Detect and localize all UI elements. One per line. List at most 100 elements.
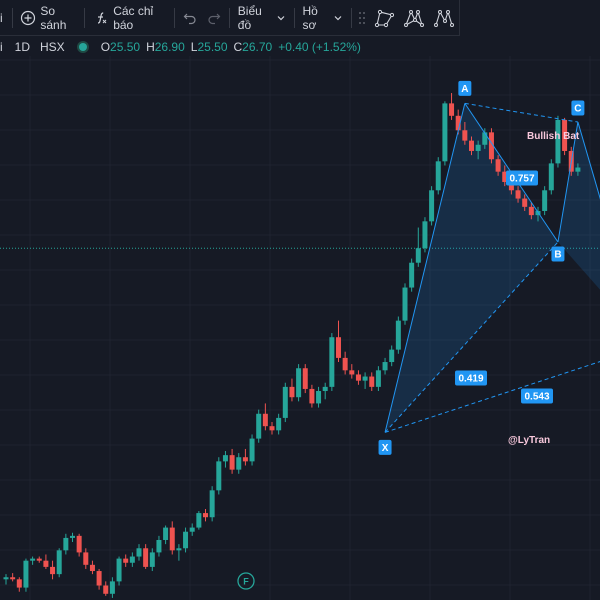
candle-body: [362, 376, 368, 381]
ratio-label-text: 0.543: [524, 392, 549, 403]
vertex-shape-icon: [374, 8, 395, 28]
candle-body: [322, 386, 328, 392]
candle-body: [16, 579, 22, 588]
drag-handle[interactable]: [355, 4, 369, 32]
interval-label[interactable]: 1D: [15, 40, 30, 54]
candle-body: [495, 159, 501, 172]
candle-body: [76, 535, 82, 553]
event-flag-icon[interactable]: F: [237, 572, 255, 590]
candle-body: [10, 577, 16, 580]
price-change: +0.40 (+1.52%): [278, 40, 361, 54]
point-label-x-text: X: [382, 443, 389, 454]
candle-body: [515, 190, 521, 199]
point-label-b[interactable]: B: [551, 246, 565, 262]
ohlc-low: L25.50: [190, 40, 228, 54]
candle-body: [355, 374, 361, 381]
ratio-label[interactable]: 0.419: [455, 370, 487, 386]
vertex-triangle-icon: [404, 8, 425, 28]
vertex-zigzag-icon: [434, 8, 455, 28]
profile-button[interactable]: Hồ sơ: [297, 4, 348, 32]
candle-body: [96, 571, 102, 586]
candle-body: [548, 163, 554, 191]
candle-body: [209, 490, 215, 518]
candle-body: [475, 144, 481, 151]
candle-body: [542, 190, 548, 211]
candle-body: [482, 132, 488, 145]
candle-body: [189, 527, 195, 532]
candle-body: [136, 548, 142, 557]
point-label-c-text: C: [574, 104, 581, 115]
candle-body: [369, 376, 375, 387]
candle-body: [349, 370, 355, 375]
candle-body: [442, 103, 448, 162]
ratio-label-text: 0.419: [458, 374, 483, 385]
chart-type-button[interactable]: Biểu đồ: [233, 4, 291, 32]
candle-body: [262, 413, 268, 427]
candle-body: [70, 535, 75, 538]
drag-handle-icon: [358, 11, 366, 25]
candle-body: [3, 577, 9, 580]
candle-body: [336, 337, 341, 358]
candle-body: [163, 527, 169, 540]
candle-body: [289, 386, 295, 398]
indicators-label: Các chỉ báo: [113, 3, 154, 32]
plus-circle-icon: [20, 10, 36, 26]
point-label-a[interactable]: A: [458, 80, 472, 96]
candle-body: [309, 388, 315, 404]
indicators-button[interactable]: Các chỉ báo: [88, 4, 171, 32]
top-toolbar: i So sánh Các chỉ báo Biểu đồ Hồ sơ: [0, 0, 460, 36]
candle-body: [63, 537, 69, 551]
ratio-label[interactable]: 0.757: [506, 170, 538, 186]
undo-icon: [183, 11, 197, 25]
point-label-x[interactable]: X: [378, 439, 392, 455]
redo-button[interactable]: [202, 4, 226, 32]
candle-body: [402, 287, 408, 321]
price-chart[interactable]: XABC0.7570.4190.543 Bullish Bat @LyTran …: [0, 0, 600, 600]
compare-button[interactable]: So sánh: [15, 4, 81, 32]
candle-body: [50, 566, 56, 575]
point-label-a-text: A: [461, 84, 468, 95]
candle-body: [575, 167, 581, 172]
candle-body: [222, 455, 228, 462]
candle-body: [183, 531, 189, 549]
point-label-b-text: B: [554, 250, 561, 261]
candle-body: [216, 461, 222, 491]
divider: [11, 7, 13, 28]
redo-icon: [207, 11, 221, 25]
candle-body: [282, 386, 288, 418]
candle-body: [296, 368, 302, 398]
candle-body: [395, 320, 401, 350]
watermark: @LyTran: [508, 435, 550, 446]
candle-body: [462, 130, 468, 141]
undo-button[interactable]: [178, 4, 202, 32]
ratio-label[interactable]: 0.543: [521, 388, 553, 404]
candle-body: [143, 548, 149, 567]
chevron-down-icon: [333, 13, 343, 23]
candle-body: [30, 558, 36, 561]
market-status-icon[interactable]: [78, 43, 87, 51]
draw-shape-button[interactable]: [369, 4, 399, 32]
divider: [293, 7, 295, 28]
ratio-label-text: 0.757: [509, 174, 534, 185]
candle-body: [109, 581, 115, 594]
fx-icon: [93, 10, 109, 26]
candle-body: [123, 558, 129, 563]
candle-body: [83, 552, 89, 565]
chevron-down-icon: [276, 13, 286, 23]
draw-zigzag-button[interactable]: [429, 4, 459, 32]
candle-body: [203, 513, 208, 518]
candle-body: [276, 417, 282, 431]
ohlc-close: C26.70: [233, 40, 273, 54]
point-label-c[interactable]: C: [571, 100, 585, 116]
draw-triangle-button[interactable]: [399, 4, 429, 32]
symbol-button[interactable]: i: [0, 4, 9, 32]
candle-body: [449, 103, 455, 116]
chart-grid: [0, 56, 600, 600]
candle-body: [409, 262, 415, 288]
candle-body: [389, 349, 395, 363]
candle-body: [422, 221, 428, 249]
candle-body: [249, 438, 255, 462]
exchange-label[interactable]: HSX: [40, 40, 65, 54]
ohlc-high: H26.90: [146, 40, 185, 54]
candle-body: [329, 337, 335, 387]
